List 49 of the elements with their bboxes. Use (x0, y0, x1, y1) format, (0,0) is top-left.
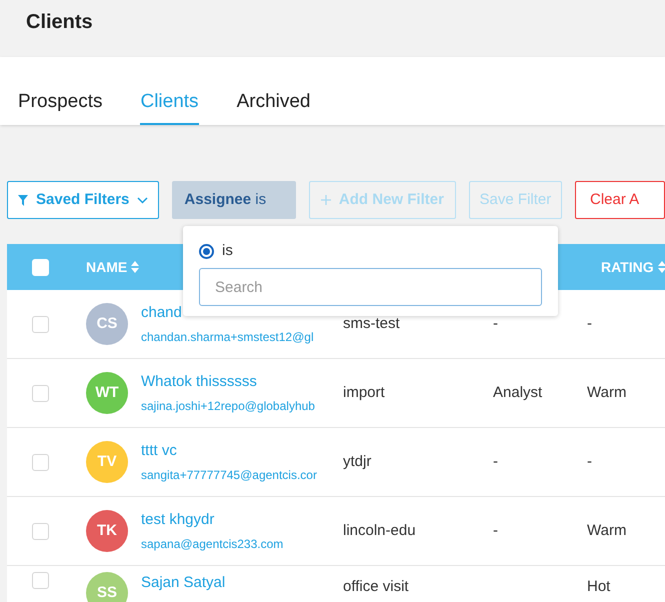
column-header[interactable]: NAME (86, 256, 128, 278)
saved-filters-button[interactable]: Saved Filters (7, 181, 160, 219)
client-name-link[interactable]: test khgydr (141, 509, 343, 532)
row-checkbox[interactable] (32, 454, 49, 470)
table-cell-text: - (587, 452, 592, 472)
avatar: TK (86, 510, 128, 552)
client-name-link[interactable]: tttt vc (141, 440, 343, 463)
assignee-filter-chip[interactable]: Assignee is (172, 181, 296, 219)
row-checkbox[interactable] (32, 522, 49, 540)
table-cell-text: - (587, 314, 592, 334)
avatar: SS (86, 572, 128, 602)
tab[interactable]: Archived (236, 57, 310, 125)
avatar: WT (86, 372, 128, 414)
table-cell: Analyst (493, 384, 542, 401)
client-email: chandan.sharma+smstest12@gl (141, 328, 315, 346)
table-cell-text: sms-test (343, 314, 401, 334)
table-cell-text: Hot (587, 577, 610, 597)
table-cell-text: Warm (587, 520, 626, 541)
radio-button[interactable] (199, 244, 214, 258)
client-email: sangita+77777745@agentcis.cor (141, 466, 318, 484)
avatar: TV (86, 441, 128, 483)
filter-icon (18, 194, 28, 206)
tab[interactable]: Clients (140, 57, 199, 125)
table-cell-text: ytdjr (343, 452, 372, 472)
client-name-link[interactable]: Whatok thissssss (141, 371, 343, 394)
row-checkbox[interactable] (32, 572, 49, 589)
table-cell-text: Warm (587, 382, 626, 403)
table-cell-text: lincoln-edu (343, 520, 417, 541)
radio-label: is (222, 242, 233, 260)
row-checkbox[interactable] (32, 384, 49, 402)
page-title: Clients (26, 10, 93, 34)
client-name-link[interactable]: Sajan Satyal (141, 572, 343, 594)
plus-icon (320, 195, 331, 205)
client-email: sajina.joshi+12repo@globalyhub (141, 398, 316, 415)
avatar: CS (86, 303, 128, 345)
column-header[interactable]: RATING (601, 256, 654, 278)
sort-icon[interactable] (131, 261, 140, 273)
clear-button[interactable]: Clear A (575, 181, 665, 219)
table-cell: - (493, 314, 498, 332)
table-cell-text: office visit (343, 577, 410, 597)
table-cell: - (493, 452, 498, 470)
client-email: sapana@agentcis233.com (141, 536, 284, 553)
table-cell-text: import (343, 382, 386, 403)
tab[interactable]: Prospects (18, 57, 102, 125)
sort-icon[interactable] (658, 261, 665, 273)
row-checkbox[interactable] (32, 316, 49, 332)
chevron-down-icon (137, 196, 148, 204)
table-cell: - (493, 522, 498, 539)
search-field[interactable]: Search (199, 268, 542, 306)
